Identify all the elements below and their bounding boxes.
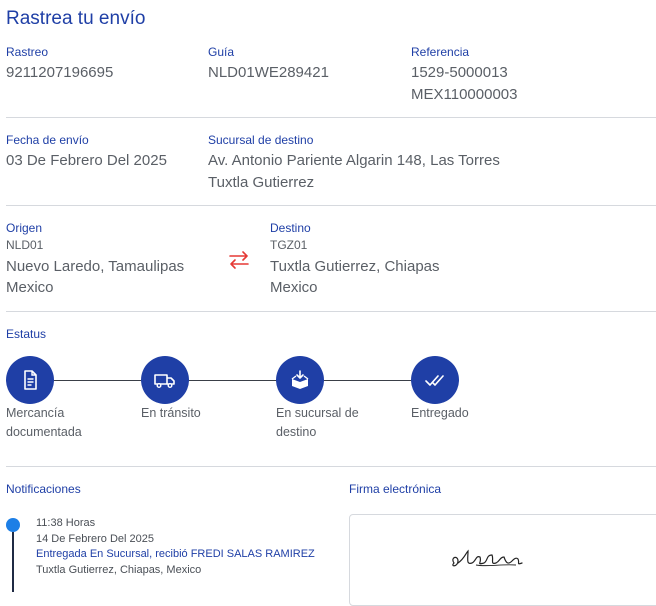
branch-line-1: Av. Antonio Pariente Algarin 148, Las To… (208, 152, 500, 169)
reference-value-2: MEX110000003 (411, 86, 518, 103)
swap-arrows-icon (226, 250, 252, 270)
document-icon (24, 370, 37, 390)
branch-line-2: Tuxtla Gutierrez (208, 174, 315, 191)
progress-line (54, 380, 141, 381)
guide-value: NLD01WE289421 (208, 64, 329, 81)
reference-value-1: 1529-5000013 (411, 64, 508, 81)
origin-country: Mexico (6, 279, 54, 296)
step-label: Mercancía documentada (6, 406, 82, 439)
divider (6, 311, 656, 312)
signature-box (349, 514, 656, 606)
progress-line (324, 380, 411, 381)
guide-label: Guía (208, 45, 235, 59)
origin-city: Nuevo Laredo, Tamaulipas (6, 258, 185, 275)
branch-label: Sucursal de destino (208, 133, 314, 147)
step-documented (6, 356, 54, 404)
notifications-label: Notificaciones (6, 482, 81, 496)
signature-label: Firma electrónica (349, 482, 442, 496)
timeline-dot (6, 518, 20, 532)
progress-line (189, 380, 276, 381)
divider (6, 466, 656, 467)
step-label: Entregado (411, 406, 469, 420)
dest-code: TGZ01 (270, 238, 308, 252)
step-in-transit (141, 356, 189, 404)
step-at-branch (276, 356, 324, 404)
package-icon (291, 370, 309, 389)
page-title: Rastrea tu envío (6, 8, 146, 29)
origin-label: Origen (6, 221, 43, 235)
dest-city: Tuxtla Gutierrez, Chiapas (270, 258, 440, 275)
step-label: En sucursal de destino (276, 406, 359, 439)
tracking-value: 9211207196695 (6, 64, 114, 81)
step-delivered (411, 356, 459, 404)
notification-location: Tuxtla Gutierrez, Chiapas, Mexico (36, 563, 202, 576)
dest-country: Mexico (270, 279, 318, 296)
step-label: En tránsito (141, 406, 201, 420)
reference-label: Referencia (411, 45, 470, 59)
divider (6, 205, 656, 206)
truck-icon (154, 374, 175, 388)
ship-date-label: Fecha de envío (6, 133, 89, 147)
origin-code: NLD01 (6, 238, 44, 252)
notification-item: 11:38 Horas 14 De Febrero Del 2025 Entre… (36, 516, 315, 578)
tracking-label: Rastreo (6, 45, 49, 59)
timeline-line (12, 532, 14, 592)
ship-date-value: 03 De Febrero Del 2025 (6, 152, 167, 169)
signature-image (452, 549, 523, 567)
dest-label: Destino (270, 221, 311, 235)
notification-message: Entregada En Sucursal, recibió FREDI SAL… (36, 548, 315, 560)
notification-date: 14 De Febrero Del 2025 (36, 532, 155, 545)
notification-time: 11:38 Horas (36, 517, 96, 529)
status-label: Estatus (6, 327, 47, 341)
divider (6, 117, 656, 118)
double-check-icon (425, 375, 444, 386)
